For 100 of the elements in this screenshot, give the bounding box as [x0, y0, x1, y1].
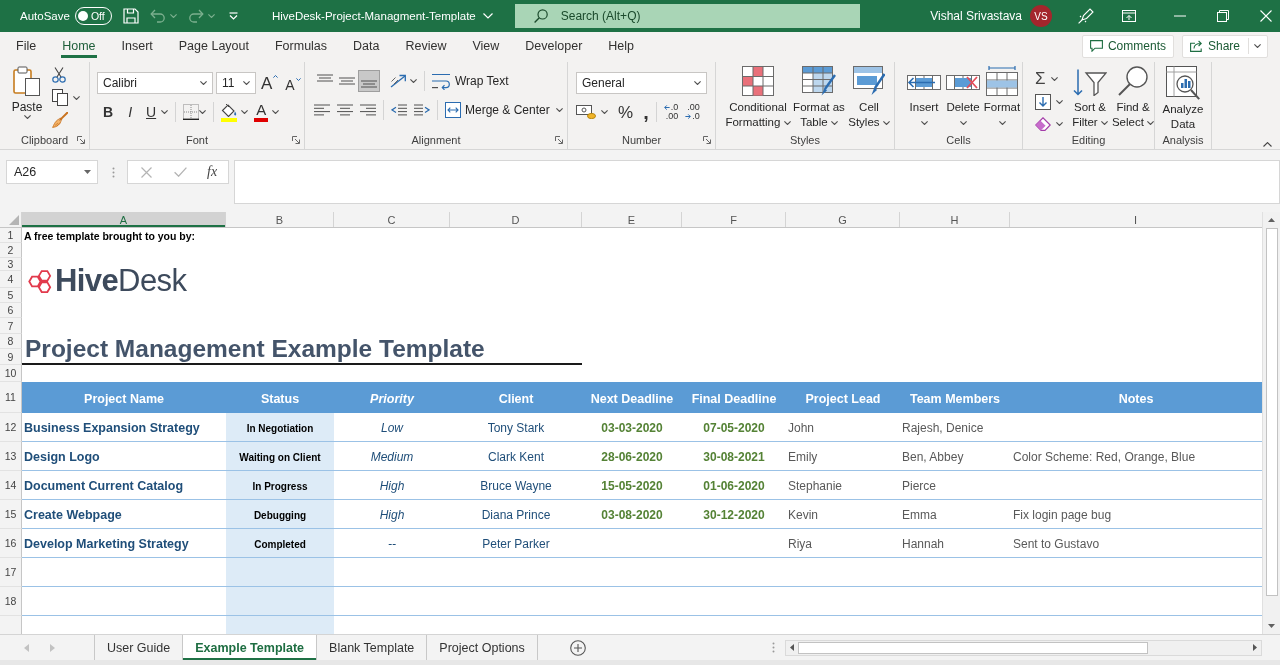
caret-icon[interactable] [84, 170, 91, 174]
font-size-field[interactable]: 11 [216, 72, 256, 94]
banknote-coins-icon[interactable] [576, 105, 596, 119]
close-icon[interactable] [1260, 10, 1272, 22]
fill-color-button[interactable] [221, 102, 238, 122]
paintbrush-icon[interactable] [52, 112, 68, 128]
search-field[interactable]: Search (Alt+Q) [514, 4, 860, 28]
shrink-font-button[interactable]: A [285, 74, 301, 92]
eraser-icon[interactable] [1035, 117, 1051, 131]
number-format-field[interactable]: General [576, 72, 707, 94]
menu-tab[interactable]: Help [595, 32, 648, 60]
caret-icon[interactable] [241, 110, 249, 114]
row-header[interactable]: 16 [0, 529, 22, 558]
caret-icon[interactable] [199, 110, 207, 114]
grip-icon[interactable] [772, 642, 775, 653]
paste-button[interactable]: Paste [10, 66, 44, 131]
row-header[interactable]: 12 [0, 413, 22, 442]
caret-icon[interactable] [783, 120, 791, 125]
caret-icon[interactable] [601, 110, 608, 114]
font-color-button[interactable]: A [254, 102, 269, 122]
name-box[interactable]: A26 [6, 160, 98, 184]
restore-icon[interactable] [1217, 10, 1229, 22]
row-header[interactable]: 15 [0, 500, 22, 529]
down-arrow-icon[interactable] [1268, 624, 1275, 628]
up-arrow-icon[interactable] [1268, 218, 1275, 222]
caret-icon[interactable] [920, 121, 928, 125]
row-header[interactable]: 3 [0, 258, 22, 271]
font-name-field[interactable]: Calibri [97, 72, 213, 94]
document-title[interactable]: HiveDesk-Project-Managment-Template [271, 10, 476, 22]
row-header[interactable]: 5 [0, 288, 22, 303]
menu-tab[interactable]: Formulas [261, 32, 341, 60]
caret-icon[interactable] [555, 108, 563, 112]
left-arrow-icon[interactable] [790, 644, 794, 651]
row-header[interactable]: 7 [0, 318, 22, 334]
row-header[interactable]: 6 [0, 303, 22, 318]
column-header[interactable]: D [450, 212, 582, 227]
bold-button[interactable]: B [103, 105, 114, 119]
underline-button[interactable]: U [146, 105, 157, 119]
column-header[interactable]: I [1010, 212, 1261, 227]
caret-icon[interactable] [272, 110, 280, 114]
wrap-text-button[interactable]: Wrap Text [432, 72, 509, 90]
row-header[interactable]: 2 [0, 243, 22, 258]
caret-icon[interactable] [1147, 120, 1155, 125]
cell-styles-button[interactable]: Cell Styles [847, 66, 891, 130]
caret-icon[interactable] [200, 81, 207, 85]
find-select-button[interactable]: Find & Select [1111, 66, 1155, 130]
formula-field[interactable] [234, 160, 1280, 204]
row-header[interactable]: 10 [0, 365, 22, 382]
caret-icon[interactable] [73, 95, 80, 100]
dialog-launcher-icon[interactable] [555, 136, 563, 144]
comments-button[interactable]: Comments [1081, 34, 1174, 58]
caret-icon[interactable] [1056, 100, 1063, 104]
autosum-button[interactable]: Σ [1035, 70, 1046, 87]
column-header[interactable]: E [582, 212, 682, 227]
conditional-formatting-button[interactable]: Conditional Formatting [725, 66, 791, 130]
caret-icon[interactable] [959, 121, 967, 125]
align-left-icon[interactable] [314, 104, 330, 116]
copy-icon[interactable] [52, 89, 68, 106]
format-as-table-button[interactable]: Format as Table [792, 66, 846, 130]
vertical-scrollbar[interactable] [1262, 212, 1280, 634]
column-header[interactable]: A [22, 212, 226, 227]
right-arrow-icon[interactable] [1253, 644, 1257, 651]
column-header[interactable]: B [226, 212, 334, 227]
row-header[interactable]: 9 [0, 349, 22, 365]
chevron-icon[interactable] [482, 13, 493, 19]
caret-icon[interactable] [830, 120, 838, 125]
row-header[interactable]: 17 [0, 558, 22, 587]
align-center-icon[interactable] [337, 104, 353, 116]
menu-tab[interactable]: File [3, 32, 50, 60]
row-header[interactable]: 11 [0, 382, 22, 413]
menu-tab[interactable]: Data [340, 32, 393, 60]
grow-font-button[interactable]: A [261, 74, 279, 92]
increase-decimal-button[interactable]: .0 .00 [663, 103, 679, 121]
scissors-icon[interactable] [52, 67, 66, 83]
italic-button[interactable]: I [128, 105, 132, 119]
down-arrow-box-icon[interactable] [1035, 94, 1051, 110]
save-icon[interactable] [122, 8, 139, 24]
menu-tab[interactable]: Insert [108, 32, 166, 60]
scrollbar-thumb[interactable] [798, 641, 1148, 654]
caret-up-icon[interactable] [1263, 142, 1272, 147]
indent-icon[interactable] [414, 104, 430, 116]
caret-icon[interactable] [882, 120, 890, 125]
dialog-launcher-icon[interactable] [292, 136, 300, 144]
diagonal-arrow-icon[interactable] [390, 74, 406, 88]
column-header[interactable]: F [682, 212, 786, 227]
row-header[interactable]: 1 [0, 228, 22, 243]
user-avatar[interactable]: VS [1030, 5, 1052, 27]
caret-icon[interactable] [1056, 122, 1063, 126]
insert-function-button[interactable]: fx [207, 164, 218, 180]
caret-icon[interactable] [1050, 76, 1058, 81]
format-button[interactable]: Format [983, 66, 1021, 125]
row-header[interactable]: 18 [0, 587, 22, 616]
sort-filter-button[interactable]: Sort & Filter [1069, 66, 1111, 130]
menu-tab[interactable]: Page Layout [165, 32, 262, 60]
percent-button[interactable]: % [618, 103, 634, 121]
horizontal-scrollbar[interactable] [785, 639, 1262, 656]
caret-icon[interactable] [1100, 120, 1108, 125]
decrease-decimal-button[interactable]: .00 .0 [685, 103, 700, 121]
sheet-tab[interactable]: Example Template [183, 635, 318, 660]
caret-icon[interactable] [1254, 44, 1261, 48]
